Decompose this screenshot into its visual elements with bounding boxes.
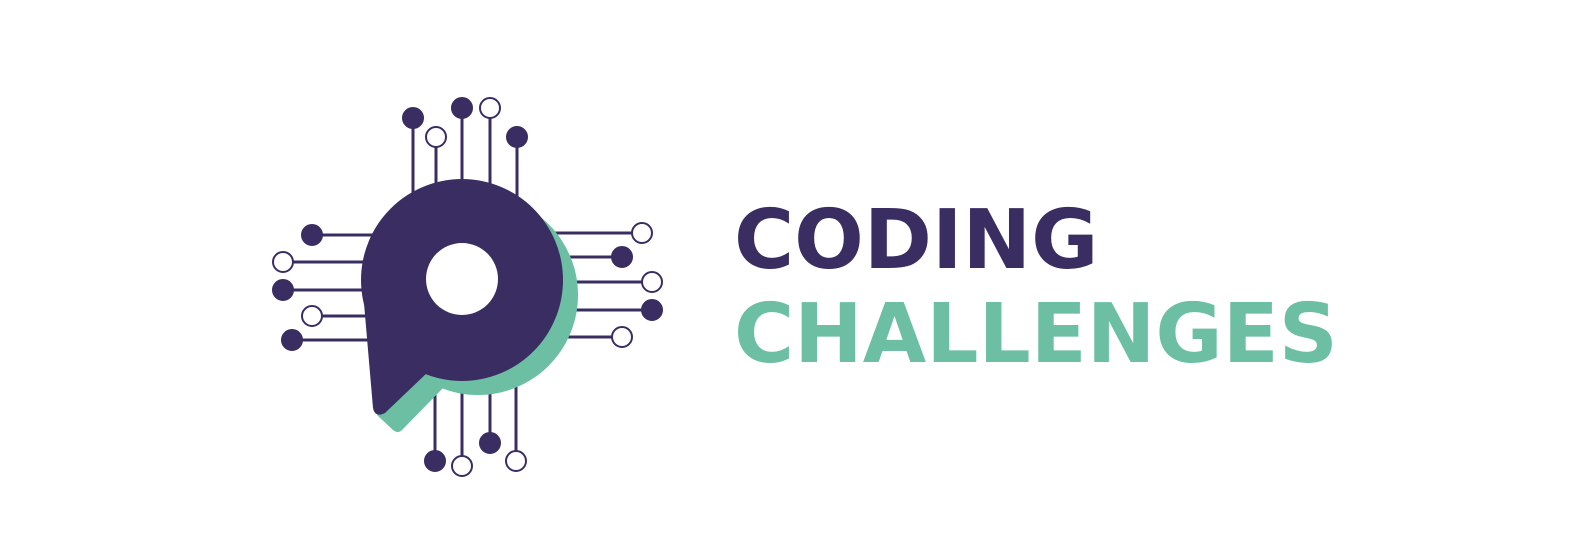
- wordmark-line-challenges: CHALLENGES: [734, 287, 1338, 382]
- node-hollow: [425, 126, 447, 148]
- node-filled: [611, 246, 633, 268]
- node-filled: [424, 450, 446, 472]
- node-filled: [479, 432, 501, 454]
- node-filled: [272, 279, 294, 301]
- node-filled: [281, 329, 303, 351]
- node-hollow: [505, 450, 527, 472]
- node-filled: [402, 107, 424, 129]
- node-filled: [301, 224, 323, 246]
- p-hole: [426, 243, 498, 315]
- node-hollow: [301, 305, 323, 327]
- wordmark-line-coding: CODING: [734, 193, 1099, 288]
- node-hollow: [451, 455, 473, 477]
- logo-mark: [272, 97, 663, 477]
- node-filled: [641, 299, 663, 321]
- node-hollow: [641, 271, 663, 293]
- node-hollow: [479, 97, 501, 119]
- node-hollow: [272, 251, 294, 273]
- node-filled: [451, 97, 473, 119]
- node-hollow: [611, 326, 633, 348]
- node-hollow: [631, 222, 653, 244]
- wordmark: CODING CHALLENGES: [734, 200, 1338, 376]
- node-filled: [506, 126, 528, 148]
